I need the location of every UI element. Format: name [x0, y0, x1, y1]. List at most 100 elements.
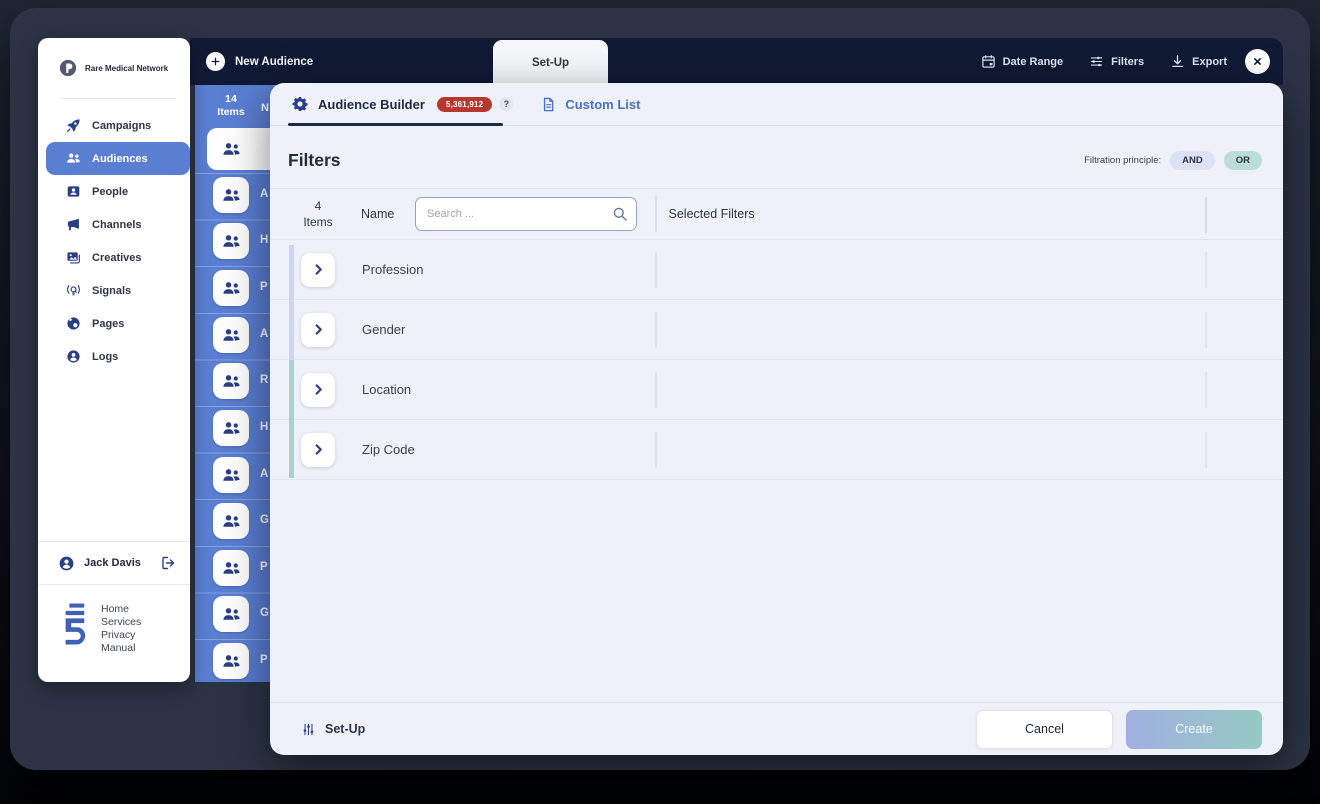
row-divider — [655, 252, 657, 288]
audience-builder-modal: Audience Builder 5,361,912 ? Custom List… — [270, 83, 1283, 755]
sidebar-item-channels[interactable]: Channels — [38, 208, 190, 241]
sidebar-item-people[interactable]: People — [38, 175, 190, 208]
tab-audience-builder[interactable]: Audience Builder — [292, 96, 425, 112]
rocket-icon — [66, 118, 81, 133]
create-button[interactable]: Create — [1126, 710, 1262, 749]
audience-item-button[interactable] — [213, 410, 249, 446]
accent-bar-blue — [289, 245, 294, 360]
chevron-right-icon — [311, 442, 326, 457]
sidebar-footer: Home Services Privacy Manual — [38, 585, 190, 655]
sidebar-item-logs[interactable]: Logs — [38, 340, 190, 373]
sidebar-item-label: Audiences — [92, 153, 148, 165]
audience-item-button[interactable] — [213, 550, 249, 586]
brand-logo-icon — [58, 58, 78, 78]
audience-item-button[interactable] — [213, 596, 249, 632]
tab-audience-builder-label: Audience Builder — [318, 97, 425, 112]
user-name: Jack Davis — [84, 557, 151, 569]
audience-item-button[interactable] — [213, 503, 249, 539]
group-icon — [222, 512, 241, 531]
filter-row-gender[interactable]: Gender — [270, 300, 1283, 360]
export-label: Export — [1192, 56, 1227, 68]
sidebar-item-pages[interactable]: Pages — [38, 307, 190, 340]
audience-item-button[interactable] — [213, 643, 249, 679]
audience-item-label: P — [260, 281, 268, 293]
audience-item-label: G — [260, 514, 269, 526]
sidebar-item-creatives[interactable]: Creatives — [38, 241, 190, 274]
user-row: Jack Davis — [38, 541, 190, 585]
export-button[interactable]: Export — [1170, 54, 1227, 69]
footer-link-services[interactable]: Services — [101, 616, 141, 629]
divider — [60, 98, 176, 99]
modal-footer: Set-Up Cancel Create — [270, 702, 1283, 755]
expand-button[interactable] — [301, 373, 335, 407]
group-icon — [222, 372, 241, 391]
filter-row-profession[interactable]: Profession — [270, 240, 1283, 300]
accent-bar-teal — [289, 360, 294, 478]
audience-item-button[interactable] — [213, 270, 249, 306]
modal-tabs: Audience Builder 5,361,912 ? Custom List — [270, 83, 1283, 126]
sidebar-item-label: Channels — [92, 219, 142, 231]
cancel-button[interactable]: Cancel — [976, 710, 1113, 749]
filter-row-label: Location — [362, 382, 411, 397]
footer-link-home[interactable]: Home — [101, 603, 141, 616]
filtration-principle-label: Filtration principle: — [1084, 155, 1161, 166]
globe-icon — [66, 316, 81, 331]
filters-button[interactable]: Filters — [1089, 54, 1144, 69]
filter-row-zip-code[interactable]: Zip Code — [270, 420, 1283, 480]
audience-count: 14 Items — [195, 93, 267, 119]
footer-links: Home Services Privacy Manual — [101, 603, 141, 655]
group-icon — [222, 605, 241, 624]
and-toggle[interactable]: AND — [1170, 151, 1215, 170]
audience-name-header: N — [261, 102, 269, 114]
search-input[interactable] — [415, 197, 637, 231]
sidebar-item-label: Creatives — [92, 252, 142, 264]
sidebar-item-campaigns[interactable]: Campaigns — [38, 109, 190, 142]
five-logo-icon — [60, 603, 88, 645]
close-icon — [1251, 55, 1264, 68]
footer-setup-label: Set-Up — [325, 722, 365, 736]
filtration-principle: Filtration principle: AND OR — [1084, 151, 1262, 170]
audience-count-unit: Items — [195, 106, 267, 119]
audience-item-button[interactable] — [213, 131, 249, 167]
group-icon — [222, 232, 241, 251]
footer-link-privacy[interactable]: Privacy — [101, 629, 141, 642]
expand-button[interactable] — [301, 253, 335, 287]
tab-custom-list[interactable]: Custom List — [541, 97, 640, 112]
sidebar-item-label: Pages — [92, 318, 124, 330]
sidebar-item-audiences[interactable]: Audiences — [46, 142, 190, 175]
audience-item-label: A — [260, 328, 268, 340]
close-button[interactable] — [1245, 49, 1270, 74]
name-column-header: Name — [361, 207, 398, 221]
footer-link-manual[interactable]: Manual — [101, 642, 141, 655]
chevron-right-icon — [311, 322, 326, 337]
expand-button[interactable] — [301, 433, 335, 467]
audience-item-button[interactable] — [213, 363, 249, 399]
sidebar-nav: Campaigns Audiences People Channels Crea… — [38, 109, 190, 373]
audience-item-label: P — [260, 654, 268, 666]
audience-item-button[interactable] — [213, 223, 249, 259]
filter-row-location[interactable]: Location — [270, 360, 1283, 420]
audience-item-label: P — [260, 561, 268, 573]
help-button[interactable]: ? — [499, 97, 513, 111]
sidebar-item-signals[interactable]: Signals — [38, 274, 190, 307]
group-icon — [222, 559, 241, 578]
audience-item-button[interactable] — [213, 457, 249, 493]
date-range-label: Date Range — [1003, 56, 1064, 68]
filter-rows: Profession Gender Location Zip Code — [270, 240, 1283, 480]
tab-custom-list-label: Custom List — [565, 97, 640, 112]
expand-button[interactable] — [301, 313, 335, 347]
group-icon — [222, 466, 241, 485]
date-range-button[interactable]: Date Range — [981, 54, 1064, 69]
new-audience-button[interactable]: New Audience — [206, 38, 313, 85]
plus-icon — [206, 52, 225, 71]
logout-icon[interactable] — [160, 555, 176, 571]
row-divider — [655, 432, 657, 468]
audience-item-button[interactable] — [213, 317, 249, 353]
tab-set-up[interactable]: Set-Up — [493, 40, 608, 85]
filter-row-label: Zip Code — [362, 442, 415, 457]
or-toggle[interactable]: OR — [1224, 151, 1262, 170]
audience-item-button[interactable] — [213, 177, 249, 213]
row-divider — [1205, 252, 1207, 288]
avatar-icon — [58, 555, 75, 572]
search-wrap — [415, 197, 637, 231]
